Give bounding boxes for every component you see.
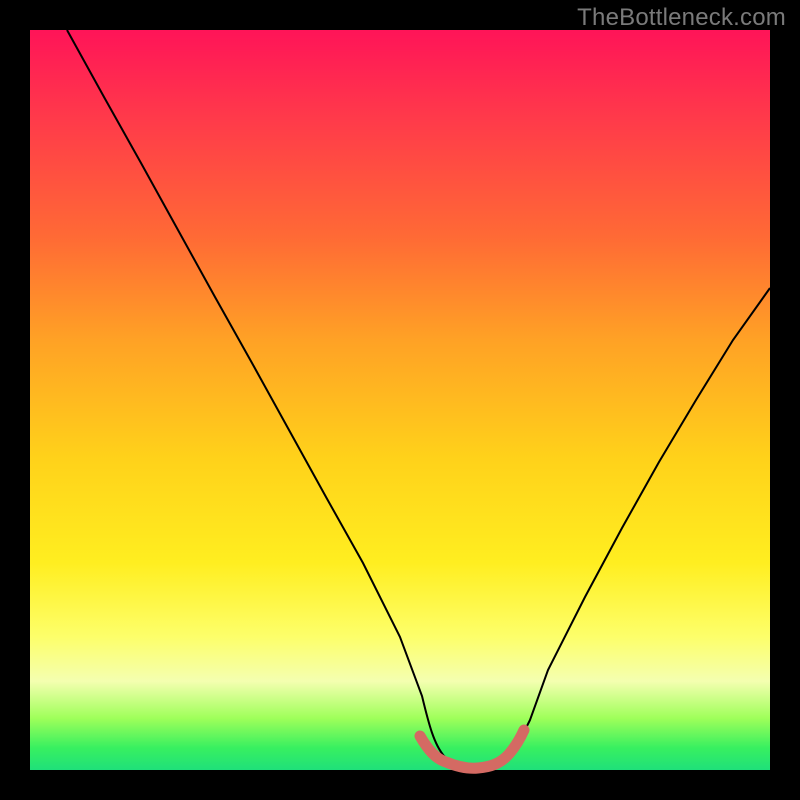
flat-peak-segment bbox=[420, 730, 524, 768]
plot-area bbox=[30, 30, 770, 770]
watermark-text: TheBottleneck.com bbox=[577, 4, 786, 32]
bottleneck-curve-path bbox=[67, 30, 770, 770]
curve-svg bbox=[30, 30, 770, 770]
chart-frame: TheBottleneck.com bbox=[0, 0, 800, 800]
